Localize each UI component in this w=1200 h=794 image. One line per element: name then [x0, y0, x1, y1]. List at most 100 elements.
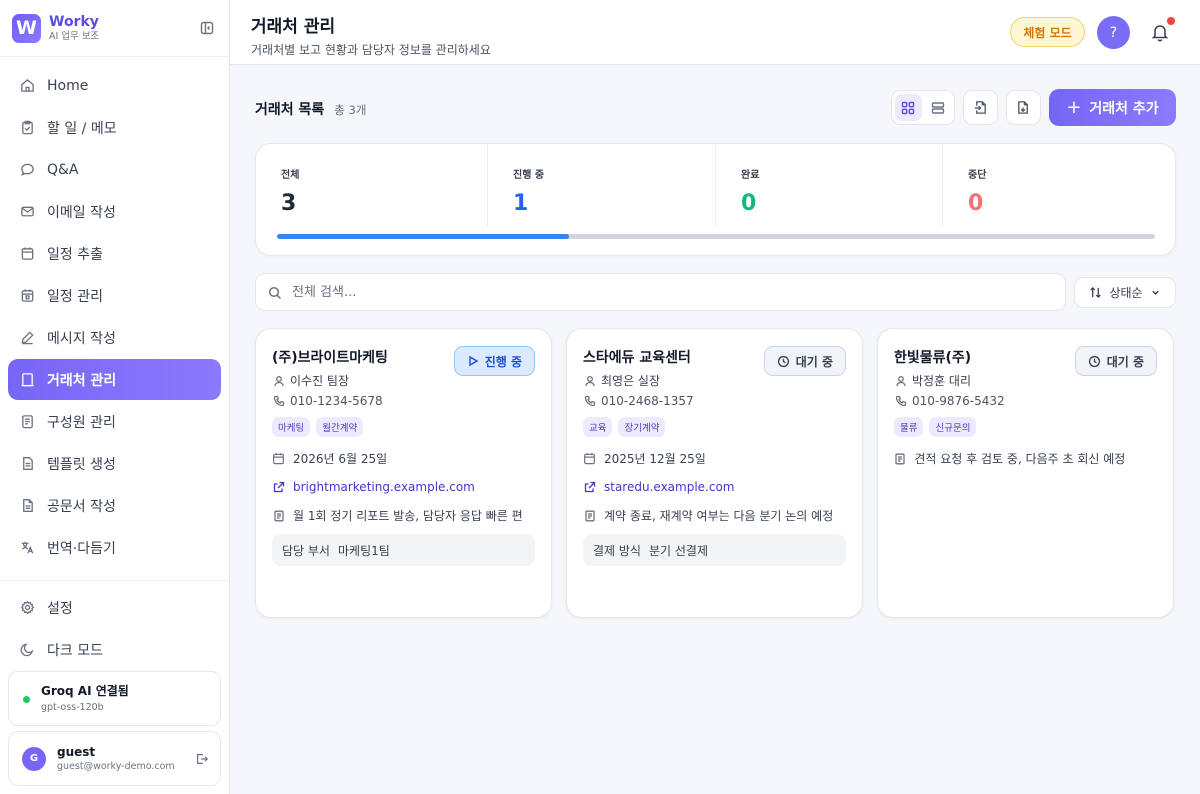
stat-complete: 완료 0	[715, 144, 942, 226]
phone-icon	[583, 395, 596, 408]
bell-icon[interactable]	[1150, 22, 1170, 42]
nav-item-clients[interactable]: 거래처 관리	[8, 359, 221, 400]
client-card[interactable]: 한빛물류(주) 대기 중 박정훈 대리 010-9876-5432 물류 신규문…	[877, 328, 1174, 618]
tag-list: 교육 장기계약	[583, 417, 846, 437]
nav-label: 메시지 작성	[47, 330, 116, 347]
nav-item-translate[interactable]: 번역·다듬기	[8, 527, 221, 568]
status-label: 진행 중	[484, 354, 522, 369]
nav-item-members[interactable]: 구성원 관리	[8, 401, 221, 442]
memo: 월 1회 정기 리포트 발송, 담당자 응답 빠른 편	[272, 507, 535, 524]
contact-phone: 010-2468-1357	[583, 394, 846, 408]
ai-model-name: gpt-oss-120b	[41, 702, 104, 713]
nav-label: 일정 추출	[47, 246, 103, 263]
grid-view-button[interactable]	[895, 94, 922, 121]
progress-bar	[277, 234, 1155, 239]
clock-icon	[1088, 355, 1100, 367]
sort-icon	[1090, 286, 1102, 299]
search-icon	[268, 285, 282, 300]
contact-phone: 010-9876-5432	[894, 394, 1157, 408]
search-input[interactable]	[292, 284, 992, 300]
nav-item-template[interactable]: 템플릿 생성	[8, 443, 221, 484]
calendar-icon	[583, 452, 596, 465]
help-button[interactable]: ?	[1097, 16, 1130, 49]
nav-label: 번역·다듬기	[47, 540, 116, 557]
nav-item-schedule-manage[interactable]: 일정 관리	[8, 275, 221, 316]
status-badge[interactable]: 대기 중	[763, 346, 846, 376]
status-badge[interactable]: 진행 중	[453, 346, 535, 376]
nav-item-schedule-extract[interactable]: 일정 추출	[8, 233, 221, 274]
nav-item-qa[interactable]: Q&A	[8, 149, 221, 190]
contract-date: 2025년 12월 25일	[583, 450, 846, 467]
stat-value: 0	[968, 191, 984, 216]
nav-item-email[interactable]: 이메일 작성	[8, 191, 221, 232]
trial-mode-badge[interactable]: 체험 모드	[1010, 17, 1085, 47]
tag[interactable]: 물류	[894, 417, 924, 437]
calendar-icon	[19, 246, 35, 262]
export-button[interactable]	[1006, 90, 1041, 125]
tag-list: 마케팅 월간계약	[272, 417, 535, 437]
nav-label: 거래처 관리	[47, 372, 117, 389]
nav-label: 템플릿 생성	[47, 456, 116, 473]
tag[interactable]: 월간계약	[316, 417, 364, 437]
app-subtitle: AI 업무 보조	[49, 30, 100, 42]
gear-icon	[19, 600, 35, 616]
chat-bubble-icon	[19, 162, 35, 178]
website-link[interactable]: staredu.example.com	[604, 480, 735, 494]
nav-label: Q&A	[47, 161, 79, 178]
stat-label: 완료	[741, 170, 760, 181]
memo-text: 견적 요청 후 검토 중, 다음주 초 회신 예정	[914, 452, 1126, 466]
external-link-icon	[583, 481, 596, 494]
chevron-down-icon	[1151, 290, 1159, 295]
sort-dropdown[interactable]: 상태순	[1074, 277, 1176, 308]
nav-item-todo[interactable]: 할 일 / 메모	[8, 107, 221, 148]
plus-icon: +	[1066, 97, 1082, 118]
website-link[interactable]: brightmarketing.example.com	[293, 480, 475, 494]
logout-icon[interactable]	[194, 751, 210, 767]
contact-phone: 010-1234-5678	[272, 394, 535, 408]
memo-text: 월 1회 정기 리포트 발송, 담당자 응답 빠른 편	[293, 509, 523, 523]
moon-icon	[19, 642, 35, 658]
list-count: 총 3개	[334, 103, 367, 117]
user-icon	[272, 374, 285, 387]
add-client-button[interactable]: + 거래처 추가	[1049, 89, 1176, 126]
clock-icon	[777, 355, 789, 367]
file-text-icon	[19, 498, 35, 514]
status-badge[interactable]: 대기 중	[1074, 346, 1157, 376]
phone-icon	[272, 395, 285, 408]
nav-item-official-doc[interactable]: 공문서 작성	[8, 485, 221, 526]
tag[interactable]: 신규문의	[929, 417, 977, 437]
import-button[interactable]	[963, 90, 998, 125]
search-bar	[255, 273, 1066, 311]
client-card[interactable]: (주)브라이트마케팅 진행 중 이수진 팀장 010-1234-5678 마케팅…	[255, 328, 552, 618]
status-dot	[23, 696, 30, 703]
extra-label: 담당 부서	[282, 543, 330, 558]
view-toggle	[891, 90, 955, 125]
nav-label: 구성원 관리	[47, 414, 116, 431]
stat-in-progress: 진행 중 1	[487, 144, 715, 226]
ai-status-title: Groq AI 연결됨	[41, 684, 129, 698]
list-view-button[interactable]	[925, 94, 952, 121]
phone-number: 010-9876-5432	[912, 394, 1005, 408]
sidebar-collapse-icon[interactable]	[197, 18, 217, 38]
nav-item-dark-mode[interactable]: 다크 모드	[8, 629, 221, 670]
stats-panel: 전체 3 진행 중 1 완료 0 중단 0	[255, 143, 1176, 256]
nav-item-settings[interactable]: 설정	[8, 587, 221, 628]
extra-value: 마케팅1팀	[337, 543, 390, 558]
user-email: guest@worky-demo.com	[57, 761, 175, 772]
tag[interactable]: 교육	[583, 417, 613, 437]
tag[interactable]: 장기계약	[618, 417, 666, 437]
nav-label: Home	[47, 77, 89, 94]
contract-date: 2026년 6월 25일	[272, 450, 535, 467]
calendar-check-icon	[19, 288, 35, 304]
tag[interactable]: 마케팅	[272, 417, 311, 437]
building-icon	[19, 372, 35, 388]
pencil-icon	[19, 330, 35, 346]
nav-item-home[interactable]: Home	[8, 65, 221, 106]
brand: W Worky AI 업무 보조	[0, 0, 229, 57]
file-import-icon	[974, 101, 986, 114]
nav-item-message[interactable]: 메시지 작성	[8, 317, 221, 358]
stat-value: 0	[741, 191, 757, 216]
phone-number: 010-1234-5678	[290, 394, 383, 408]
note-icon	[583, 509, 596, 522]
client-card[interactable]: 스타에듀 교육센터 대기 중 최영은 실장 010-2468-1357 교육 장…	[566, 328, 863, 618]
